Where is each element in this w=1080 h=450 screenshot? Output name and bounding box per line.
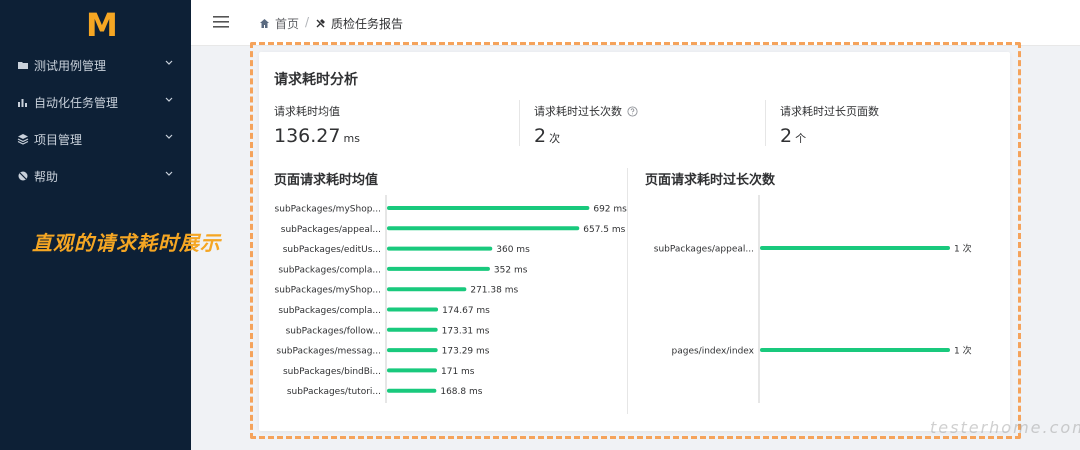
chart-title-avg: 页面请求耗时均值 — [274, 173, 379, 188]
bar-value-label: 1 次 — [954, 345, 972, 357]
stat-number: 136.27 — [274, 125, 341, 147]
bar-value-label: 171 ms — [441, 367, 475, 377]
bar-value-label: 657.5 ms — [583, 225, 625, 235]
bar-value-label: 168.8 ms — [440, 387, 482, 397]
stat-value: 2次 — [534, 125, 560, 147]
stat-label: 请求耗时过长页面数 — [780, 105, 879, 118]
y-tick-label: subPackages/compla... — [278, 306, 381, 316]
stat-number: 2 — [534, 125, 547, 147]
stat-label-row: 请求耗时过长次数 — [534, 103, 638, 119]
stat-unit: 个 — [795, 132, 807, 145]
y-tick-label: subPackages/compla... — [278, 265, 381, 275]
bar-value-label: 692 ms — [593, 205, 627, 215]
chart-divider — [627, 168, 628, 414]
y-tick-label: subPackages/editUs... — [283, 245, 381, 255]
stat-number: 2 — [780, 125, 793, 147]
breadcrumb-current: 质检任务报告 — [315, 15, 403, 32]
bar[interactable] — [387, 368, 438, 373]
chevron-down-icon — [165, 134, 173, 139]
bar-value-label: 360 ms — [496, 245, 530, 255]
bar[interactable] — [760, 348, 950, 352]
y-tick-label: subPackages/messag... — [276, 347, 381, 357]
watermark: testerhome.com — [930, 418, 1080, 437]
y-tick-label: subPackages/appeal... — [281, 225, 381, 235]
bar[interactable] — [387, 348, 438, 353]
stat-slow-pages: 请求耗时过长页面数 2个 — [780, 103, 879, 147]
bar[interactable] — [387, 206, 590, 210]
chart-title-count: 页面请求耗时过长次数 — [645, 173, 776, 188]
stat-avg-duration: 请求耗时均值 136.27 ms — [274, 103, 360, 147]
bar[interactable] — [387, 266, 490, 271]
hamburger-menu-icon[interactable] — [213, 15, 229, 29]
bar-value-label: 174.67 ms — [442, 306, 490, 316]
stat-divider — [519, 100, 520, 146]
help-icon — [18, 171, 28, 181]
bar[interactable] — [760, 246, 950, 250]
stat-label: 请求耗时过长次数 — [534, 105, 622, 118]
breadcrumb-home[interactable]: 首页 — [259, 15, 299, 32]
chevron-down-icon — [165, 171, 173, 176]
sidebar-item-label: 帮助 — [34, 170, 59, 184]
bar-value-label: 173.31 ms — [442, 326, 490, 336]
overlay-caption: 直观的请求耗时展示 — [32, 231, 221, 255]
stat-value: 2个 — [780, 125, 806, 147]
bar[interactable] — [387, 307, 439, 312]
sidebar-item-projects[interactable]: 项目管理 — [0, 124, 191, 154]
layers-icon — [17, 134, 29, 145]
bar-value-label: 271.38 ms — [470, 286, 518, 296]
folder-icon — [18, 62, 28, 69]
bar-value-label: 173.29 ms — [442, 347, 490, 357]
home-icon — [260, 19, 269, 28]
top-header: 首页 / 质检任务报告 — [191, 0, 1080, 46]
y-tick-label: subPackages/bindBi... — [283, 367, 381, 377]
app-logo[interactable]: M — [86, 6, 118, 44]
y-tick-label: subPackages/myShop... — [275, 286, 381, 296]
breadcrumb-home-label: 首页 — [275, 17, 300, 31]
stat-label: 请求耗时均值 — [274, 105, 340, 118]
bar-value-label: 352 ms — [494, 265, 528, 275]
sidebar: M 测试用例管理 自动化任务管理 项目管理 帮助 — [0, 0, 191, 450]
avg-duration-chart: subPackages/myShop... 692 ms subPackages/a… — [275, 195, 627, 403]
sidebar-item-automation-tasks[interactable]: 自动化任务管理 — [0, 87, 191, 117]
stat-unit: ms — [343, 132, 360, 145]
chevron-down-icon — [165, 60, 173, 65]
y-tick-label: subPackages/myShop... — [275, 205, 381, 215]
sidebar-item-label: 测试用例管理 — [34, 59, 107, 73]
sidebar-item-help[interactable]: 帮助 — [0, 161, 191, 191]
bar-value-label: 1 次 — [954, 243, 972, 255]
report-title: 请求耗时分析 — [274, 72, 358, 88]
y-tick-label: subPackages/follow... — [286, 326, 381, 336]
bar[interactable] — [387, 246, 493, 251]
tools-icon — [316, 19, 325, 28]
stat-slow-count: 请求耗时过长次数 2次 — [534, 103, 638, 147]
sidebar-item-label: 项目管理 — [34, 133, 83, 147]
sidebar-item-test-cases[interactable]: 测试用例管理 — [0, 50, 191, 80]
slow-count-chart: subPackages/appeal... 1 次 pages/index/inde… — [654, 195, 972, 403]
bar-chart-icon — [18, 99, 27, 107]
bar[interactable] — [387, 226, 580, 231]
bar[interactable] — [387, 388, 437, 393]
sidebar-item-label: 自动化任务管理 — [34, 96, 119, 110]
y-tick-label: subPackages/tutori... — [287, 387, 381, 397]
breadcrumb-current-label: 质检任务报告 — [331, 17, 404, 31]
question-circle-icon[interactable] — [627, 105, 638, 117]
stat-value: 136.27 ms — [274, 125, 360, 147]
bar[interactable] — [387, 327, 438, 332]
breadcrumb-separator: / — [305, 15, 310, 29]
y-tick-label: pages/index/index — [672, 347, 755, 357]
bar[interactable] — [387, 287, 467, 292]
stat-unit: 次 — [549, 132, 561, 145]
stat-divider — [765, 100, 766, 146]
y-tick-label: subPackages/appeal... — [654, 245, 754, 255]
chevron-down-icon — [165, 97, 173, 102]
